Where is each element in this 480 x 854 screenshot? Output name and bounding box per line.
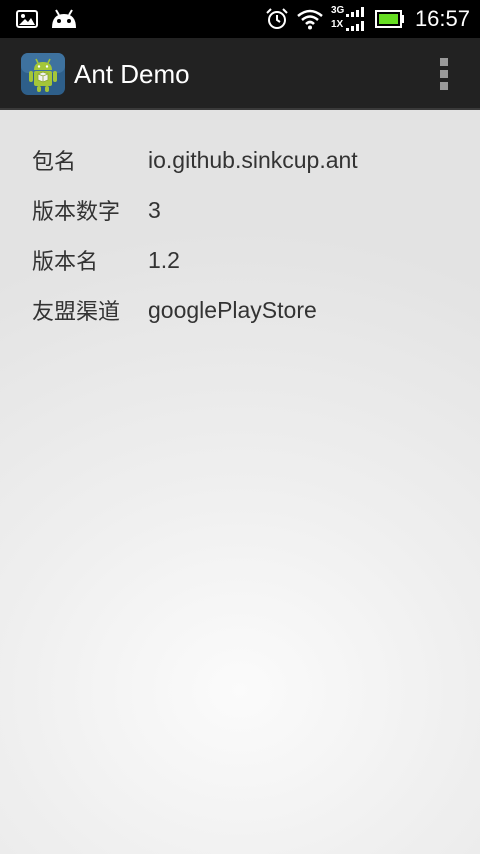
info-value: googlePlayStore — [148, 296, 317, 323]
overflow-dot — [440, 82, 448, 90]
action-bar: Ant Demo — [0, 38, 480, 110]
alarm-icon — [266, 8, 288, 29]
network-type-label: 3G — [330, 5, 345, 16]
system-icons: 3G 1X 16:57 — [265, 5, 470, 33]
info-label: 版本数字 — [32, 200, 121, 225]
app-title: Ant Demo — [74, 59, 190, 89]
android-app-icon[interactable] — [20, 52, 66, 96]
info-label: 友盟渠道 — [32, 300, 121, 325]
overflow-dot — [440, 58, 448, 66]
image-notification-icon — [16, 10, 38, 28]
info-value: 1.2 — [148, 246, 180, 273]
status-bar: 3G 1X 16:57 — [0, 0, 480, 38]
wifi-icon — [297, 9, 323, 30]
info-value: io.github.sinkcup.ant — [148, 146, 358, 173]
info-label: 包名 — [32, 150, 77, 175]
info-row-version-name: 版本名 1.2 — [32, 240, 180, 280]
content-area: 包名 io.github.sinkcup.ant 版本数字 3 版本名 1.2 … — [0, 110, 480, 854]
status-clock: 16:57 — [414, 6, 470, 31]
android-notification-icon — [52, 9, 76, 28]
overflow-menu-icon[interactable] — [432, 56, 456, 92]
battery-icon — [374, 10, 404, 28]
signal-icon: 3G 1X — [331, 5, 367, 33]
info-row-package-name: 包名 io.github.sinkcup.ant — [32, 140, 358, 180]
overflow-dot — [440, 70, 448, 78]
info-row-version-code: 版本数字 3 — [32, 190, 161, 230]
info-row-umeng-channel: 友盟渠道 googlePlayStore — [32, 290, 317, 330]
info-value: 3 — [148, 196, 161, 223]
info-label: 版本名 — [32, 250, 99, 275]
network-type-label-2: 1X — [330, 19, 344, 30]
notification-icons — [16, 6, 78, 32]
